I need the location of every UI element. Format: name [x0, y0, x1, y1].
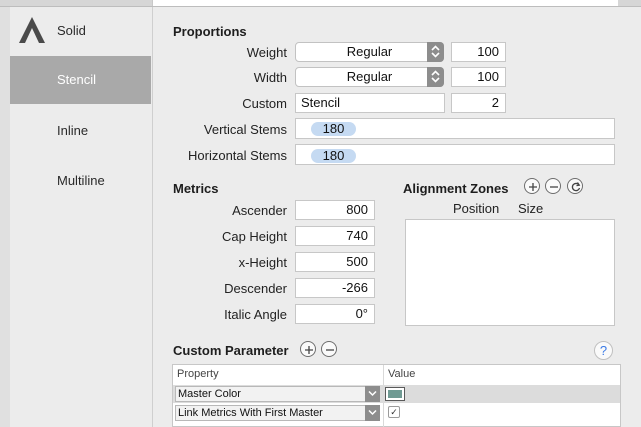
- plus-icon: [529, 183, 537, 191]
- master-info-panel: Proportions Weight Regular 100 Width Reg…: [152, 7, 641, 427]
- sidebar-item-stencil[interactable]: Stencil: [10, 56, 151, 104]
- sidebar-item-label: Multiline: [57, 173, 105, 188]
- custom-label: Custom: [242, 96, 287, 111]
- popup-arrows-icon: [427, 67, 444, 87]
- sidebar-item-label: Solid: [57, 23, 86, 38]
- property-select[interactable]: Master Color: [175, 386, 380, 402]
- glyphs-logo-icon: [19, 17, 45, 43]
- zones-position-header: Position: [453, 201, 500, 216]
- weight-label: Weight: [246, 45, 287, 60]
- sidebar-edge: [0, 7, 10, 427]
- vertical-stems-field[interactable]: 180: [295, 118, 615, 139]
- window-top-strip: [0, 0, 641, 7]
- ascender-field[interactable]: 800: [295, 200, 375, 220]
- width-popup-value: Regular: [346, 69, 393, 84]
- add-parameter-button[interactable]: [300, 341, 316, 357]
- weight-popup[interactable]: Regular: [295, 42, 444, 62]
- remove-zone-button[interactable]: [545, 178, 561, 194]
- stem-token[interactable]: 180: [311, 149, 356, 163]
- width-label: Width: [253, 70, 287, 85]
- top-strip-segment: [152, 0, 618, 6]
- custom-parameter-table: Property Value Master Color Link Metrics…: [172, 364, 621, 427]
- remove-parameter-button[interactable]: [321, 341, 337, 357]
- sidebar-item-inline[interactable]: Inline: [10, 107, 151, 155]
- horizontal-stems-field[interactable]: 180: [295, 144, 615, 165]
- property-select[interactable]: Link Metrics With First Master: [175, 405, 380, 421]
- dropdown-icon: [365, 405, 380, 421]
- metrics-heading: Metrics: [173, 181, 219, 196]
- italic-angle-field[interactable]: 0°: [295, 304, 375, 324]
- cap-height-label: Cap Height: [221, 229, 287, 244]
- custom-parameter-heading: Custom Parameter: [173, 343, 289, 358]
- zones-size-header: Size: [518, 201, 544, 216]
- width-value-field[interactable]: 100: [451, 67, 506, 87]
- sidebar-item-multiline[interactable]: Multiline: [10, 157, 151, 205]
- value-column-header: Value: [388, 368, 416, 380]
- color-fill: [388, 390, 402, 398]
- master-color-swatch[interactable]: [385, 387, 405, 401]
- minus-icon: [550, 186, 558, 188]
- dropdown-icon: [365, 386, 380, 402]
- help-button[interactable]: ?: [594, 341, 613, 360]
- table-row[interactable]: Link Metrics With First Master ✓: [173, 404, 620, 422]
- link-metrics-checkbox[interactable]: ✓: [388, 406, 400, 418]
- minus-icon: [326, 349, 334, 351]
- vertical-stems-label: Vertical Stems: [203, 122, 287, 137]
- horizontal-stems-label: Horizontal Stems: [188, 148, 287, 163]
- descender-label: Descender: [224, 281, 287, 296]
- plus-icon: [305, 346, 313, 354]
- table-row[interactable]: Master Color: [173, 385, 620, 403]
- sidebar-item-label: Inline: [57, 123, 89, 138]
- stem-token[interactable]: 180: [311, 122, 356, 136]
- refresh-zones-button[interactable]: [567, 178, 583, 194]
- sidebar-item-label: Stencil: [57, 72, 97, 87]
- cap-height-field[interactable]: 740: [295, 226, 375, 246]
- proportions-heading: Proportions: [173, 24, 247, 39]
- custom-value-field[interactable]: 2: [451, 93, 506, 113]
- custom-name-field[interactable]: Stencil: [295, 93, 445, 113]
- x-height-label: x-Height: [238, 255, 287, 270]
- width-popup[interactable]: Regular: [295, 67, 444, 87]
- refresh-icon: [571, 182, 581, 192]
- sidebar-item-solid[interactable]: Solid: [10, 7, 151, 55]
- weight-value-field[interactable]: 100: [451, 42, 506, 62]
- property-name: Link Metrics With First Master: [178, 407, 323, 419]
- weight-popup-value: Regular: [346, 44, 393, 59]
- italic-angle-label: Italic Angle: [224, 307, 287, 322]
- ascender-label: Ascender: [232, 203, 287, 218]
- popup-arrows-icon: [427, 42, 444, 62]
- descender-field[interactable]: -266: [295, 278, 375, 298]
- x-height-field[interactable]: 500: [295, 252, 375, 272]
- add-zone-button[interactable]: [524, 178, 540, 194]
- property-name: Master Color: [178, 388, 241, 400]
- master-sidebar: Solid Stencil Inline Multiline: [0, 7, 151, 427]
- property-column-header: Property: [177, 368, 219, 380]
- alignment-zones-list[interactable]: [405, 219, 615, 326]
- alignment-zones-heading: Alignment Zones: [403, 181, 509, 196]
